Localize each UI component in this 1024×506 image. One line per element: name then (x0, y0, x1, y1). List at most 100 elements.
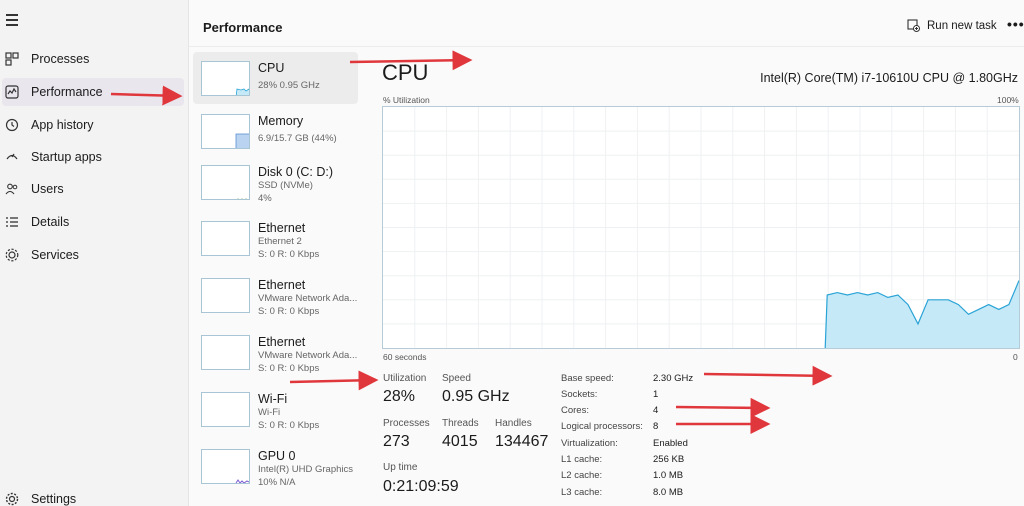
resource-name: Wi-Fi (258, 392, 288, 406)
spec-value: 2.30 GHz (653, 373, 694, 384)
nav-label-settings: Settings (31, 492, 77, 506)
spec-value: 8 (653, 421, 659, 432)
resource-detail: 28% 0.95 GHz (258, 80, 320, 91)
task-manager-window: Processes Performance App history Startu… (0, 0, 1024, 506)
run-new-task-label: Run new task (927, 19, 997, 32)
nav-item-processes[interactable]: Processes (0, 45, 184, 73)
spec-label: Base speed: (561, 373, 614, 384)
nav-label-app-history: App history (31, 118, 94, 132)
spec-label: Logical processors: (561, 421, 643, 432)
resource-name: Disk 0 (C: D:) (258, 165, 333, 179)
cpu-utilization-graph (382, 106, 1020, 349)
resource-detail: S: 0 R: 0 Kbps (258, 249, 320, 260)
threads-value: 4015 (442, 433, 478, 450)
more-options-button[interactable]: ••• (1007, 16, 1024, 32)
resource-detail: 10% N/A (258, 477, 296, 488)
services-icon (5, 248, 19, 262)
left-nav: Processes Performance App history Startu… (0, 0, 188, 506)
resource-item-disk[interactable]: Disk 0 (C: D:) SSD (NVMe) 4% (193, 156, 358, 208)
resource-detail: S: 0 R: 0 Kbps (258, 363, 320, 374)
ethernet-thumbnail-graph (201, 335, 250, 370)
resource-item-ethernet-3[interactable]: Ethernet VMware Network Ada... S: 0 R: 0… (193, 326, 358, 378)
utilization-axis-label: % Utilization (383, 95, 430, 105)
resource-name: Ethernet (258, 278, 306, 292)
spec-value: 1.0 MB (653, 470, 684, 481)
resource-detail: SSD (NVMe) (258, 180, 313, 191)
gpu-thumbnail-graph (201, 449, 250, 484)
resource-item-gpu[interactable]: GPU 0 Intel(R) UHD Graphics 10% N/A (193, 440, 358, 492)
nav-label-details: Details (31, 215, 70, 229)
spec-label: Virtualization: (561, 438, 618, 449)
processes-icon (5, 52, 19, 66)
time-axis-zero: 0 (1013, 352, 1018, 362)
resource-name: Memory (258, 114, 304, 128)
uptime-label: Up time (383, 462, 418, 473)
disk-thumbnail-graph (201, 165, 250, 200)
run-task-icon (907, 19, 920, 32)
wifi-thumbnail-graph (201, 392, 250, 427)
resource-item-ethernet-1[interactable]: Ethernet Ethernet 2 S: 0 R: 0 Kbps (193, 212, 358, 264)
nav-item-services[interactable]: Services (0, 241, 184, 269)
cpu-graph-canvas (383, 107, 1019, 348)
nav-item-performance[interactable]: Performance (2, 78, 184, 106)
nav-item-startup-apps[interactable]: Startup apps (0, 143, 184, 171)
speed-value: 0.95 GHz (442, 388, 510, 405)
resource-name: CPU (258, 61, 285, 75)
nav-label-performance: Performance (31, 85, 103, 99)
resource-detail: VMware Network Ada... (258, 350, 358, 361)
spec-value: Enabled (653, 438, 688, 449)
resource-item-ethernet-2[interactable]: Ethernet VMware Network Ada... S: 0 R: 0… (193, 269, 358, 321)
details-icon (5, 215, 19, 229)
ethernet-thumbnail-graph (201, 278, 250, 313)
users-icon (5, 182, 19, 196)
threads-label: Threads (442, 418, 479, 429)
startup-apps-icon (5, 150, 19, 164)
resource-item-wifi[interactable]: Wi-Fi Wi-Fi S: 0 R: 0 Kbps (193, 383, 358, 435)
resource-detail: Wi-Fi (258, 407, 281, 418)
resource-item-memory[interactable]: Memory 6.9/15.7 GB (44%) (193, 105, 358, 157)
resource-detail: Ethernet 2 (258, 236, 302, 247)
spec-label: Cores: (561, 405, 589, 416)
resource-name: Ethernet (258, 221, 306, 235)
cpu-model-name: Intel(R) Core(TM) i7-10610U CPU @ 1.80GH… (760, 71, 1018, 85)
run-new-task-button[interactable]: Run new task (907, 19, 997, 32)
memory-thumbnail-graph (201, 114, 250, 149)
resource-detail: Intel(R) UHD Graphics (258, 464, 354, 475)
spec-label: L1 cache: (561, 454, 603, 465)
nav-label-processes: Processes (31, 52, 90, 66)
speed-label: Speed (442, 373, 471, 384)
processes-value: 273 (383, 433, 410, 450)
performance-icon (5, 85, 19, 99)
nav-item-details[interactable]: Details (0, 208, 184, 236)
nav-item-settings[interactable]: Settings (0, 485, 184, 506)
resource-detail: S: 0 R: 0 Kbps (258, 420, 320, 431)
ethernet-thumbnail-graph (201, 221, 250, 256)
spec-value: 8.0 MB (653, 487, 684, 498)
page-title: Performance (203, 20, 283, 35)
spec-value: 1 (653, 389, 659, 400)
nav-label-users: Users (31, 182, 64, 196)
main-panel: Performance Run new task ••• CPU 28% 0.9… (188, 0, 1024, 506)
spec-value: 4 (653, 405, 659, 416)
resource-detail: VMware Network Ada... (258, 293, 358, 304)
cpu-thumbnail-graph (201, 61, 250, 96)
utilization-axis-max: 100% (997, 95, 1019, 105)
nav-item-users[interactable]: Users (0, 175, 184, 203)
resource-detail: 4% (258, 193, 272, 204)
resource-detail: 6.9/15.7 GB (44%) (258, 133, 337, 144)
resource-item-cpu[interactable]: CPU 28% 0.95 GHz (193, 52, 358, 104)
hamburger-menu-icon[interactable] (6, 14, 18, 26)
resource-name: GPU 0 (258, 449, 296, 463)
nav-item-app-history[interactable]: App history (0, 111, 184, 139)
app-history-icon (5, 118, 19, 132)
header-bar: Performance Run new task ••• (189, 8, 1024, 46)
handles-value: 134467 (495, 433, 549, 450)
utilization-value: 28% (383, 388, 416, 405)
time-axis-label: 60 seconds (383, 352, 427, 362)
nav-label-startup-apps: Startup apps (31, 150, 102, 164)
settings-gear-icon (5, 492, 19, 506)
utilization-label: Utilization (383, 373, 427, 384)
spec-label: L2 cache: (561, 470, 603, 481)
spec-label: L3 cache: (561, 487, 603, 498)
spec-value: 256 KB (653, 454, 685, 465)
